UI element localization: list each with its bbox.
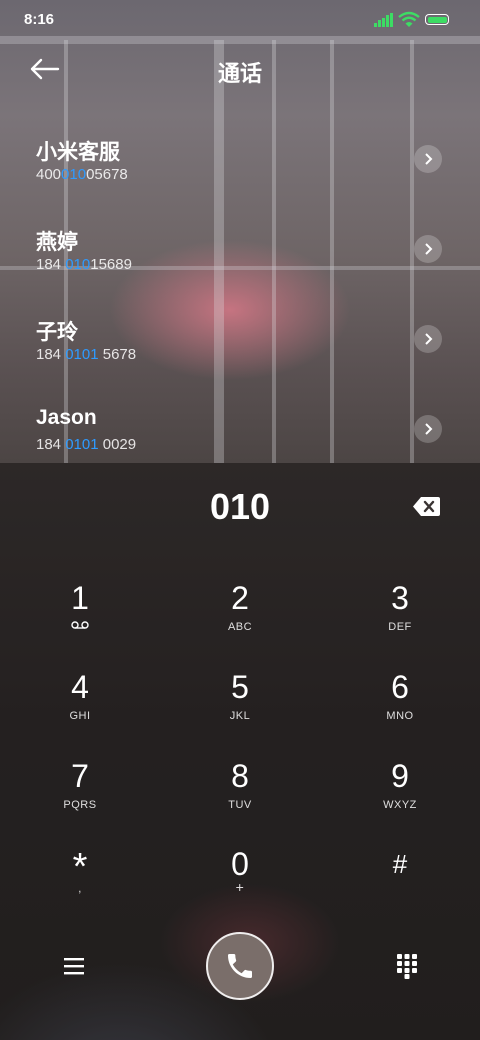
key-star[interactable]: *, bbox=[20, 848, 140, 928]
phone-icon bbox=[228, 954, 252, 978]
chevron-right-icon[interactable] bbox=[414, 145, 442, 173]
dialed-number: 010 bbox=[209, 486, 271, 527]
wifi-icon bbox=[398, 11, 420, 27]
key-7[interactable]: 7 PQRS bbox=[20, 758, 140, 838]
status-time: 8:16 bbox=[24, 11, 55, 28]
contact-number: 184 0101 5678 bbox=[36, 346, 137, 363]
contact-item[interactable]: 子玲 184 0101 5678 bbox=[0, 316, 480, 406]
battery-icon bbox=[425, 14, 449, 25]
voicemail-icon bbox=[71, 621, 89, 629]
contact-item[interactable]: Jason 184 0101 0029 bbox=[0, 406, 480, 463]
chevron-right-icon[interactable] bbox=[414, 325, 442, 353]
chevron-right-icon[interactable] bbox=[414, 415, 442, 443]
contact-name: 子玲 bbox=[36, 321, 78, 344]
key-4[interactable]: 4 GHI bbox=[20, 669, 140, 749]
contact-name: Jason bbox=[36, 406, 97, 429]
key-8[interactable]: 8 TUV bbox=[180, 758, 300, 838]
key-3[interactable]: 3 DEF bbox=[340, 580, 460, 660]
contact-name: 小米客服 bbox=[36, 141, 120, 164]
dialpad-icon[interactable] bbox=[396, 953, 418, 979]
page-title: 通话 bbox=[217, 61, 262, 86]
key-5[interactable]: 5 JKL bbox=[180, 669, 300, 749]
chevron-right-icon[interactable] bbox=[414, 235, 442, 263]
contact-name: 燕婷 bbox=[36, 231, 78, 254]
signal-icon bbox=[374, 13, 393, 27]
key-hash[interactable]: # bbox=[340, 846, 460, 926]
key-1[interactable]: 1 bbox=[20, 580, 140, 660]
status-bar: 8:16 bbox=[0, 0, 480, 40]
backspace-icon[interactable] bbox=[413, 497, 440, 516]
key-0[interactable]: 0 + bbox=[180, 846, 300, 926]
key-2[interactable]: 2 ABC bbox=[180, 580, 300, 660]
menu-icon[interactable] bbox=[62, 955, 86, 977]
key-9[interactable]: 9 WXYZ bbox=[340, 758, 460, 838]
call-button[interactable] bbox=[206, 932, 274, 1000]
contact-item[interactable]: 小米客服 40001005678 bbox=[0, 136, 480, 226]
key-6[interactable]: 6 MNO bbox=[340, 669, 460, 749]
contact-number: 184 01015689 bbox=[36, 256, 132, 273]
contact-item[interactable]: 燕婷 184 01015689 bbox=[0, 226, 480, 316]
contact-number: 184 0101 0029 bbox=[36, 436, 137, 453]
contact-number: 40001005678 bbox=[36, 166, 128, 183]
